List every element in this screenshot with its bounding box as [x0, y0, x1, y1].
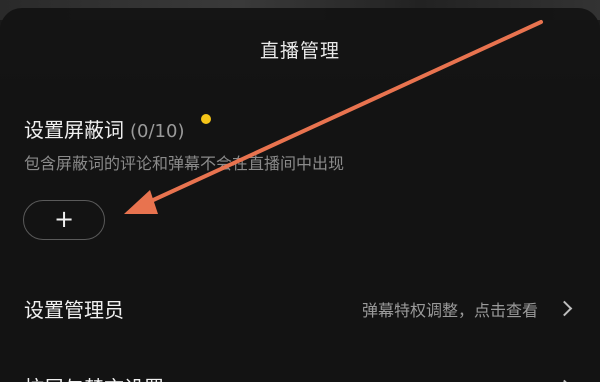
block-words-title[interactable]: 设置屏蔽词 (0/10): [24, 114, 184, 143]
plus-icon: +: [53, 205, 75, 233]
add-block-word-button[interactable]: +: [23, 200, 105, 240]
chevron-right-icon: [556, 300, 573, 317]
set-admins-row[interactable]: 设置管理员 弹幕特权调整，点击查看: [0, 288, 600, 328]
next-settings-label: 抗屏与禁言设置: [24, 372, 164, 382]
next-settings-row[interactable]: 抗屏与禁言设置: [0, 366, 600, 382]
set-admins-label: 设置管理员: [24, 298, 124, 322]
block-words-description: 包含屏蔽词的评论和弹幕不会在直播间中出现: [24, 154, 345, 173]
app-screen: 直播管理 设置屏蔽词 (0/10) 包含屏蔽词的评论和弹幕不会在直播间中出现 + …: [0, 0, 600, 382]
block-words-label: 设置屏蔽词: [24, 118, 124, 142]
set-admins-hint: 弹幕特权调整，点击查看: [361, 301, 538, 320]
sheet-title: 直播管理: [259, 40, 340, 62]
block-words-count: (0/10): [130, 121, 185, 142]
new-indicator-dot: [201, 114, 211, 124]
